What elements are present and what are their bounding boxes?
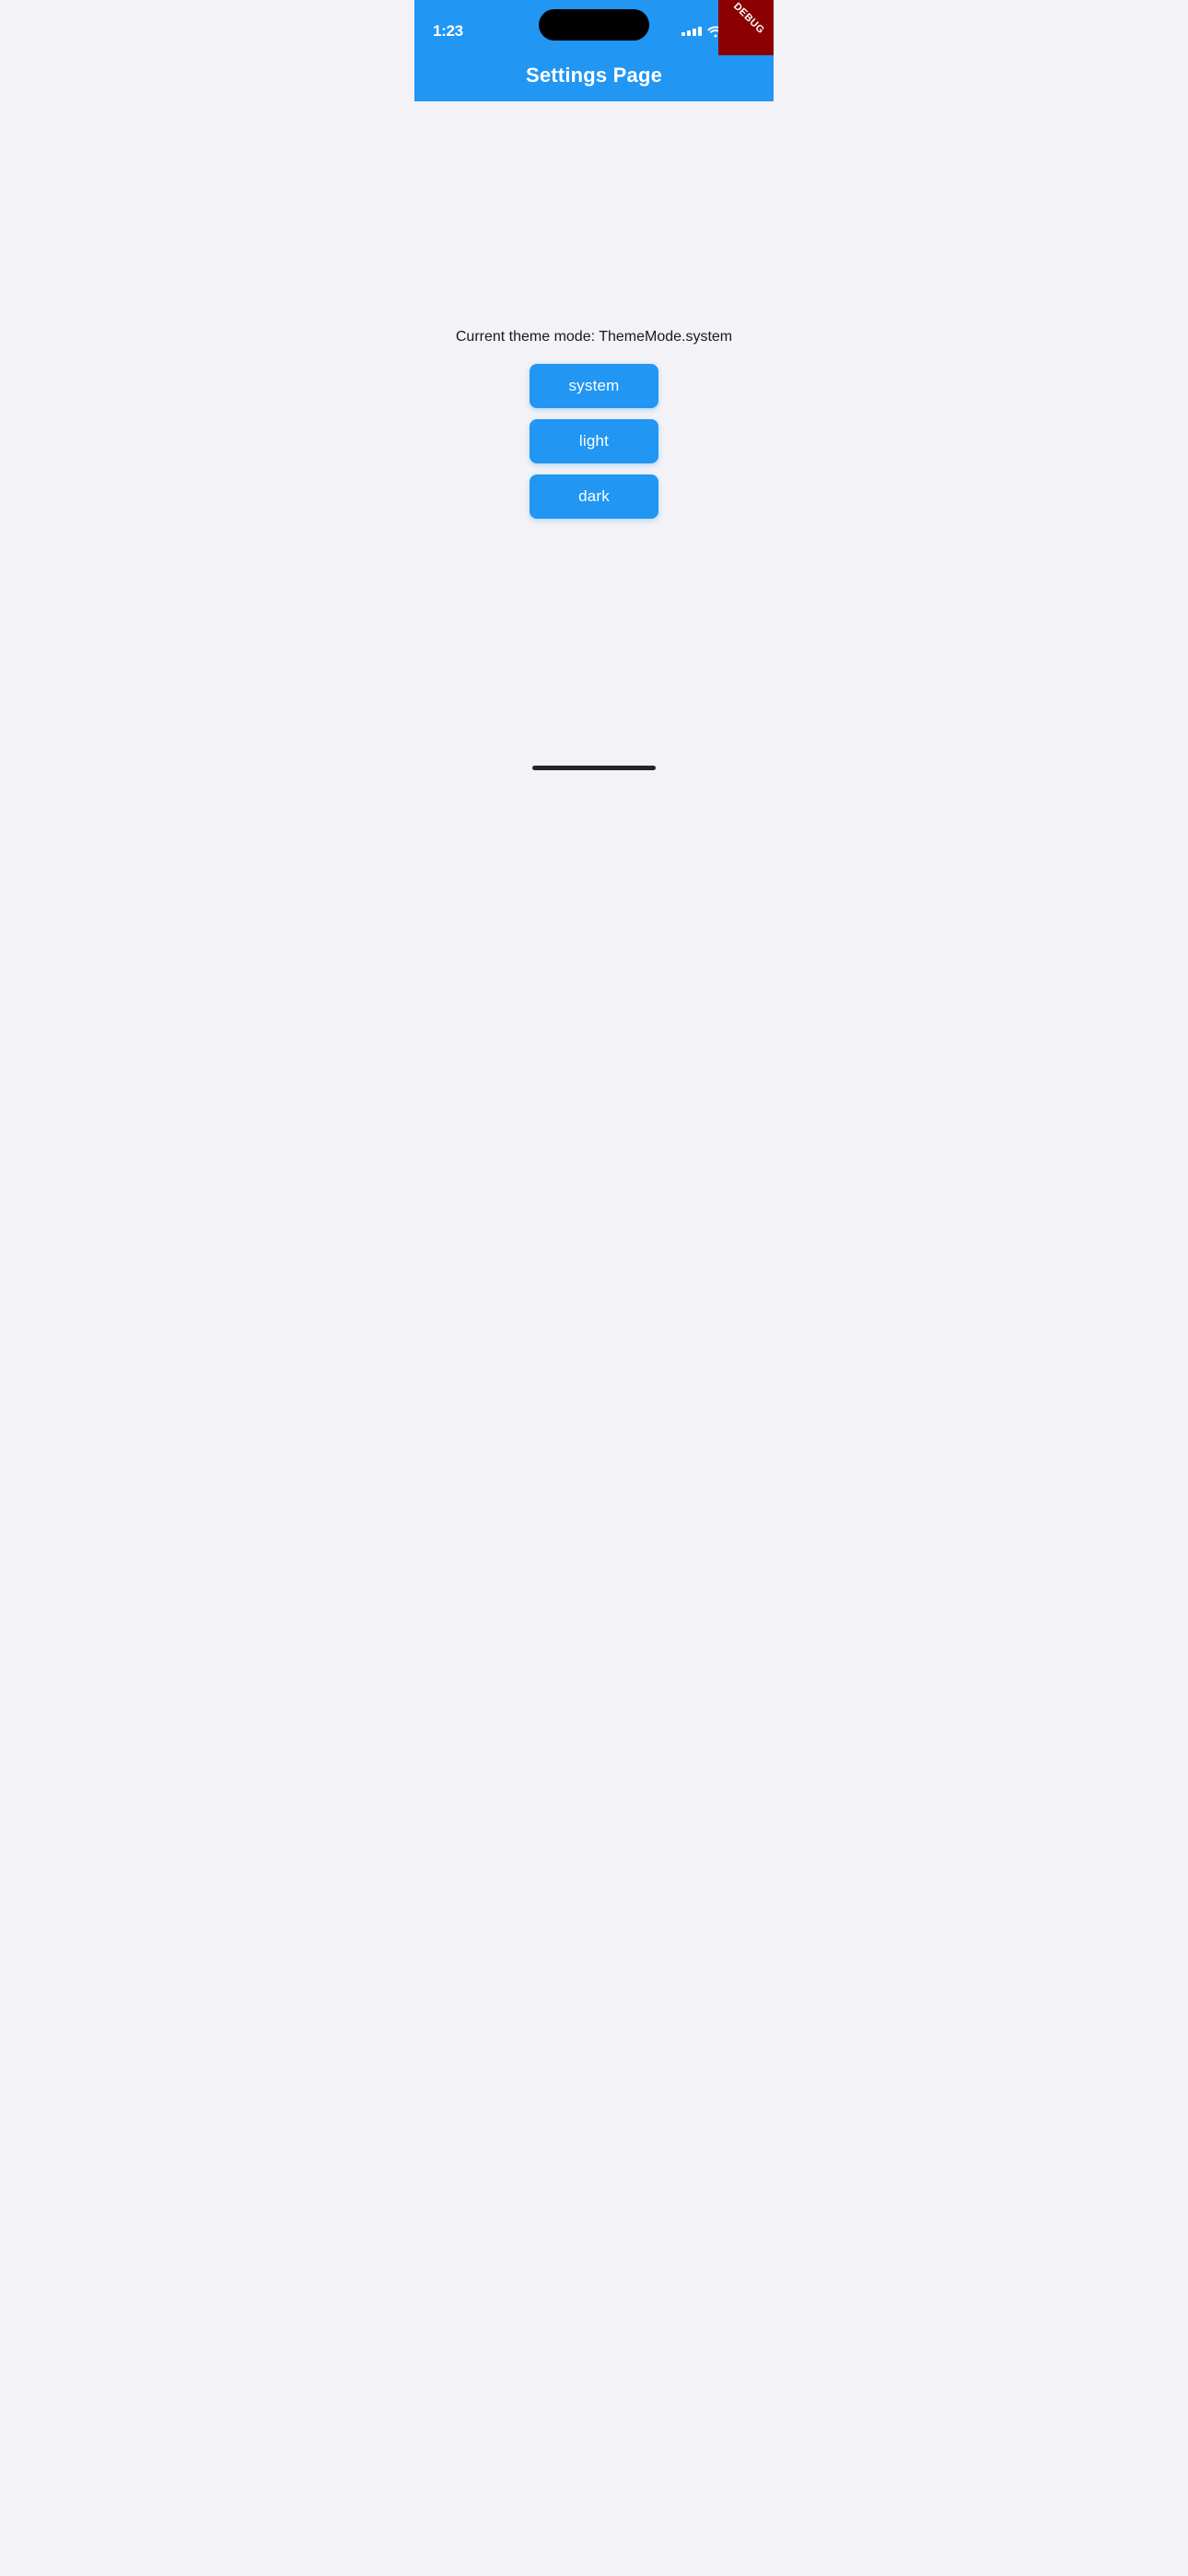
app-bar: Settings Page xyxy=(414,50,774,101)
dark-theme-button[interactable]: dark xyxy=(530,474,658,519)
page-title: Settings Page xyxy=(526,64,662,88)
theme-buttons-container: system light dark xyxy=(530,364,658,519)
page-wrapper: 1:23 DE xyxy=(414,0,774,778)
signal-icon xyxy=(681,27,702,36)
dynamic-island xyxy=(539,9,649,41)
debug-label: DEBUG xyxy=(718,0,774,52)
debug-badge: DEBUG xyxy=(718,0,774,55)
system-theme-button[interactable]: system xyxy=(530,364,658,408)
status-bar: 1:23 DE xyxy=(414,0,774,50)
main-content: Current theme mode: ThemeMode.system sys… xyxy=(414,101,774,746)
status-time: 1:23 xyxy=(433,22,463,41)
light-theme-button[interactable]: light xyxy=(530,419,658,463)
theme-status-text: Current theme mode: ThemeMode.system xyxy=(456,329,732,345)
home-indicator xyxy=(532,766,656,770)
